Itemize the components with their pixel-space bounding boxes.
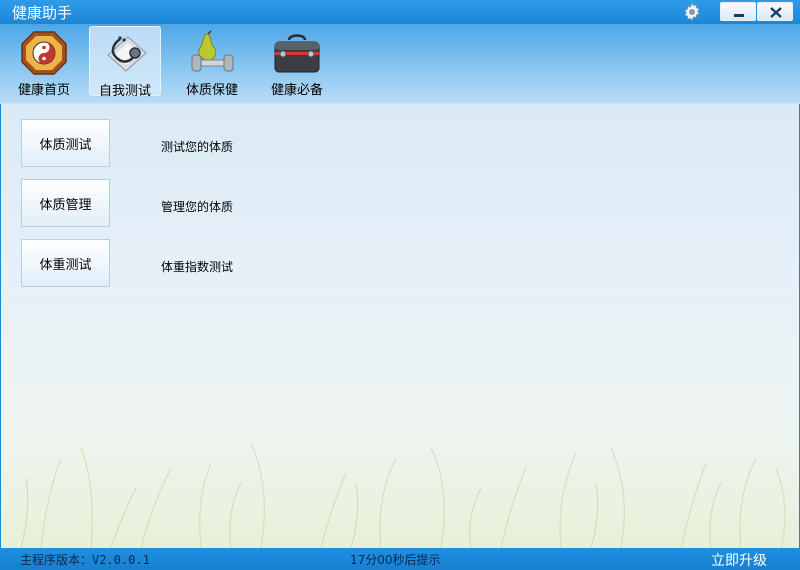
constitution-test-button[interactable]: 体质测试: [21, 119, 110, 167]
toolbar-item-constitution-care[interactable]: 体质保健: [176, 26, 248, 98]
stethoscope-icon: [107, 36, 147, 72]
status-bar: 主程序版本：V2.0.0.1 17分00秒后提示 立即升级: [0, 548, 800, 570]
constitution-manage-description: 管理您的体质: [161, 200, 234, 214]
weight-test-button[interactable]: 体重测试: [21, 239, 110, 287]
grass-background: [20, 442, 786, 548]
constitution-test-description: 测试您的体质: [161, 140, 234, 154]
toolbar-item-label: 自我测试: [98, 84, 151, 99]
window-title: 健康助手: [12, 4, 73, 22]
weight-test-description: 体重指数测试: [161, 260, 234, 274]
gear-icon[interactable]: [682, 2, 702, 22]
upgrade-link[interactable]: 立即升级: [711, 550, 767, 570]
minimize-icon: [734, 14, 744, 17]
first-aid-kit-icon: [274, 34, 320, 73]
close-button[interactable]: [757, 2, 793, 21]
version-label: 主程序版本：V2.0.0.1: [20, 553, 150, 567]
constitution-manage-button[interactable]: 体质管理: [21, 179, 110, 227]
toolbar-item-health-home[interactable]: 健康首页: [8, 26, 80, 98]
taiji-icon: [21, 31, 67, 75]
close-icon: [770, 7, 782, 18]
app-window: 健康助手 健康首页 自我测试 体质保健 健康必备 体质测试 测试您的体质 体质管…: [0, 0, 800, 570]
toolbar-item-health-essentials[interactable]: 健康必备: [261, 26, 333, 98]
minimize-button[interactable]: [720, 2, 756, 21]
dumbbell-pear-icon: [191, 30, 234, 72]
toolbar-item-label: 健康必备: [270, 83, 323, 98]
main-toolbar: 健康首页 自我测试 体质保健 健康必备: [0, 24, 800, 104]
reminder-timer: 17分00秒后提示: [350, 553, 441, 567]
toolbar-item-label: 体质保健: [185, 83, 238, 98]
title-bar[interactable]: 健康助手: [0, 0, 800, 24]
toolbar-item-label: 健康首页: [17, 83, 70, 98]
toolbar-item-self-test[interactable]: 自我测试: [89, 26, 161, 99]
content-panel: 体质测试 测试您的体质 体质管理 管理您的体质 体重测试 体重指数测试: [1, 104, 799, 548]
